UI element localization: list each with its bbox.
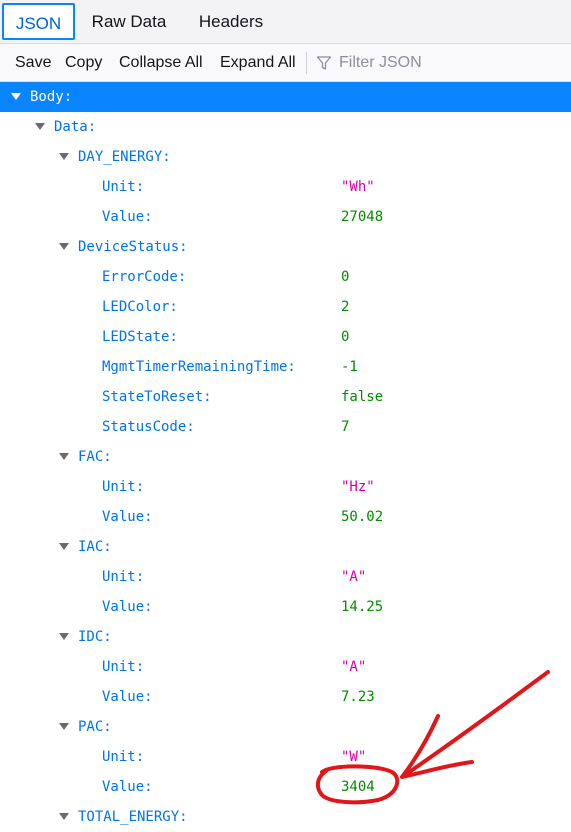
tree-key: FAC: (78, 449, 112, 465)
tree-row-fac[interactable]: FAC: (0, 442, 571, 472)
tree-key: PAC: (78, 719, 112, 735)
tree-row-error-code[interactable]: ErrorCode: 0 (0, 262, 571, 292)
tree-value: 27048 (341, 209, 384, 225)
tree-key: DAY_ENERGY: (78, 149, 171, 165)
tree-value: "Hz" (341, 479, 375, 495)
tree-value: 0 (341, 329, 350, 345)
tree-key: IDC: (78, 629, 112, 645)
tree-key: IAC: (78, 539, 112, 555)
tree-value: -1 (341, 359, 358, 375)
tree-key: Data: (54, 119, 97, 135)
expand-toggle-icon[interactable] (59, 543, 69, 550)
tree-row-led-state[interactable]: LEDState: 0 (0, 322, 571, 352)
tree-value: "W" (341, 749, 367, 765)
tree-value: "A" (341, 659, 367, 675)
tree-key: MgmtTimerRemainingTime: (102, 359, 296, 375)
tree-key: Unit: (102, 479, 145, 495)
tree-row-fac-unit[interactable]: Unit: "Hz" (0, 472, 571, 502)
expand-toggle-icon[interactable] (59, 453, 69, 460)
tree-row-pac-value[interactable]: Value: 3404 (0, 772, 571, 802)
tree-key: Unit: (102, 659, 145, 675)
tree-row-data[interactable]: Data: (0, 112, 571, 142)
expand-toggle-icon[interactable] (59, 723, 69, 730)
tree-key: Unit: (102, 179, 145, 195)
tree-row-fac-value[interactable]: Value: 50.02 (0, 502, 571, 532)
tree-row-status-code[interactable]: StatusCode: 7 (0, 412, 571, 442)
tree-key: ErrorCode: (102, 269, 187, 285)
tree-value: "A" (341, 569, 367, 585)
copy-button[interactable]: Copy (65, 44, 102, 81)
tree-key: TOTAL_ENERGY: (78, 809, 188, 825)
tree-value: 14.25 (341, 599, 384, 615)
expand-toggle-icon[interactable] (59, 813, 69, 820)
tree-row-iac-value[interactable]: Value: 14.25 (0, 592, 571, 622)
tree-key: Body: (30, 89, 73, 105)
expand-toggle-icon[interactable] (59, 153, 69, 160)
tree-row-day-energy[interactable]: DAY_ENERGY: (0, 142, 571, 172)
tree-row-iac[interactable]: IAC: (0, 532, 571, 562)
tree-key: StateToReset: (102, 389, 212, 405)
expand-toggle-icon[interactable] (11, 93, 21, 100)
tree-value: 50.02 (341, 509, 384, 525)
expand-toggle-icon[interactable] (35, 123, 45, 130)
tree-row-pac-unit[interactable]: Unit: "W" (0, 742, 571, 772)
tree-key: Unit: (102, 569, 145, 585)
tab-headers[interactable]: Headers (182, 3, 280, 40)
tab-raw-data[interactable]: Raw Data (76, 3, 182, 40)
tree-key: Value: (102, 209, 153, 225)
tree-key: LEDColor: (102, 299, 178, 315)
tree-row-idc-value[interactable]: Value: 7.23 (0, 682, 571, 712)
tree-row-pac[interactable]: PAC: (0, 712, 571, 742)
filter-icon (316, 56, 332, 70)
tree-key: Value: (102, 779, 153, 795)
tree-row-idc[interactable]: IDC: (0, 622, 571, 652)
tree-row-state-to-reset[interactable]: StateToReset: false (0, 382, 571, 412)
tree-key: Value: (102, 509, 153, 525)
expand-toggle-icon[interactable] (59, 633, 69, 640)
tree-key: Value: (102, 689, 153, 705)
json-toolbar: Save Copy Collapse All Expand All Filter… (0, 44, 571, 82)
tab-bar: JSON Raw Data Headers (0, 0, 571, 44)
tree-row-total-energy[interactable]: TOTAL_ENERGY: (0, 802, 571, 832)
tree-row-mgmt-timer[interactable]: MgmtTimerRemainingTime: -1 (0, 352, 571, 382)
tree-row-body[interactable]: Body: (0, 82, 571, 112)
expand-all-button[interactable]: Expand All (220, 44, 296, 81)
tree-value: false (341, 389, 384, 405)
tree-key: Unit: (102, 749, 145, 765)
tree-value: 7.23 (341, 689, 375, 705)
tree-value: 7 (341, 419, 350, 435)
collapse-all-button[interactable]: Collapse All (119, 44, 203, 81)
tree-value: "Wh" (341, 179, 375, 195)
tree-key: LEDState: (102, 329, 178, 345)
save-button[interactable]: Save (15, 44, 51, 81)
toolbar-divider (306, 52, 307, 74)
tree-value: 0 (341, 269, 350, 285)
tree-row-idc-unit[interactable]: Unit: "A" (0, 652, 571, 682)
tree-row-day-energy-unit[interactable]: Unit: "Wh" (0, 172, 571, 202)
tree-row-day-energy-value[interactable]: Value: 27048 (0, 202, 571, 232)
tree-row-led-color[interactable]: LEDColor: 2 (0, 292, 571, 322)
expand-toggle-icon[interactable] (59, 243, 69, 250)
tree-key: StatusCode: (102, 419, 195, 435)
filter-placeholder: Filter JSON (339, 54, 422, 71)
tree-key: Value: (102, 599, 153, 615)
tree-value: 3404 (341, 779, 375, 795)
tree-row-iac-unit[interactable]: Unit: "A" (0, 562, 571, 592)
tree-key: DeviceStatus: (78, 239, 188, 255)
tab-json[interactable]: JSON (2, 3, 75, 40)
tree-row-device-status[interactable]: DeviceStatus: (0, 232, 571, 262)
tree-value: 2 (341, 299, 350, 315)
